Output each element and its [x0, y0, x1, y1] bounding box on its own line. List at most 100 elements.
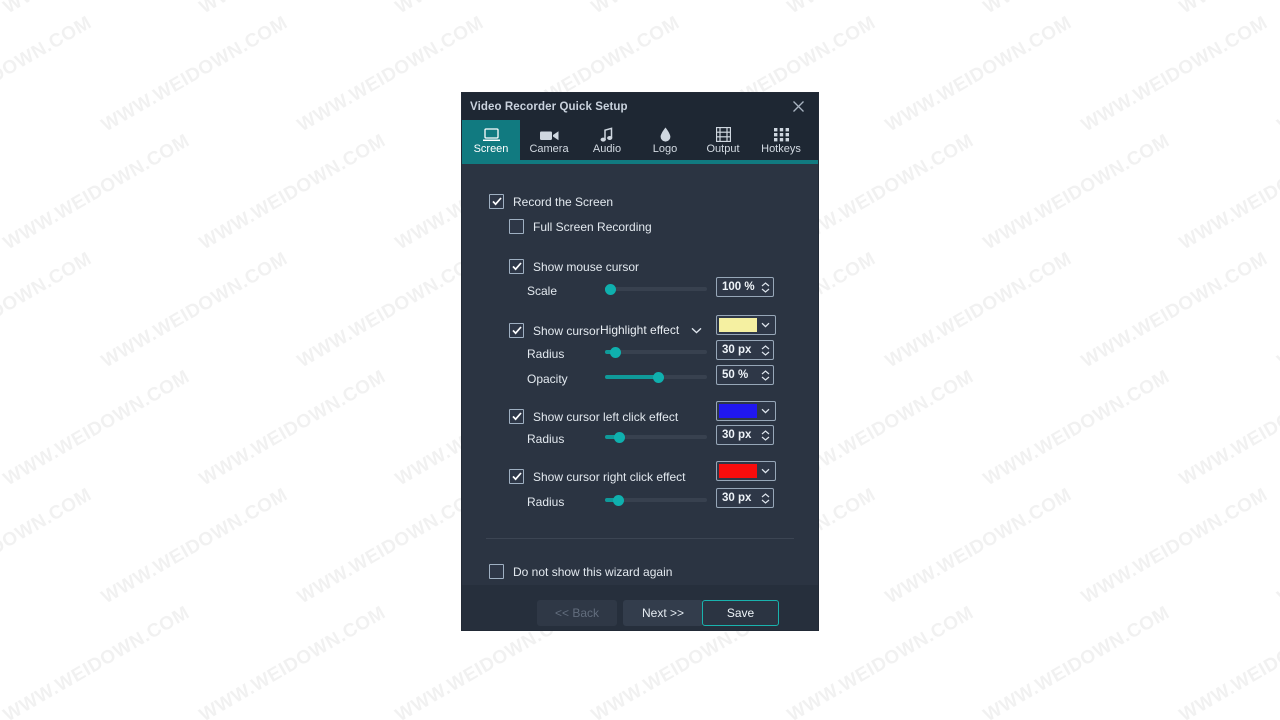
save-button[interactable]: Save [702, 600, 779, 626]
tab-output-label: Output [706, 142, 740, 155]
tab-audio[interactable]: Audio [578, 120, 636, 160]
chevron-down-icon [757, 322, 773, 328]
tab-camera[interactable]: Camera [520, 120, 578, 160]
watermark-text: WWW.WEIDOWN.COM [784, 0, 978, 19]
tab-logo-label: Logo [652, 142, 678, 155]
show-cursor-checkbox[interactable] [509, 323, 524, 338]
scale-spinner[interactable]: 100 % [716, 277, 774, 297]
chevron-down-icon [757, 408, 773, 414]
watermark-text: WWW.WEIDOWN.COM [980, 366, 1174, 491]
tab-screen-label: Screen [473, 142, 509, 155]
watermark-text: WWW.WEIDOWN.COM [980, 130, 1174, 255]
scale-value: 100 % [722, 281, 755, 293]
cursor-opacity-slider[interactable] [605, 370, 707, 384]
full-screen-recording-row[interactable]: Full Screen Recording [509, 219, 652, 234]
tab-output[interactable]: Output [694, 120, 752, 160]
left-click-radius-spinner[interactable]: 30 px [716, 425, 774, 445]
left-click-radius-label: Radius [527, 432, 565, 446]
left-click-radius-slider-thumb[interactable] [614, 431, 625, 443]
record-the-screen-checkbox[interactable] [489, 194, 504, 209]
water-drop-icon [660, 125, 671, 142]
right-click-radius-slider-thumb[interactable] [613, 494, 624, 506]
show-mouse-cursor-label: Show mouse cursor [533, 259, 640, 274]
full-screen-recording-checkbox[interactable] [509, 219, 524, 234]
right-click-effect-checkbox[interactable] [509, 469, 524, 484]
cursor-opacity-value: 50 % [722, 369, 749, 381]
watermark-text: WWW.WEIDOWN.COM [294, 484, 488, 609]
cursor-opacity-label-wrap: Opacity [527, 372, 568, 386]
show-cursor-row[interactable]: Show cursor [509, 323, 600, 338]
watermark-text: WWW.WEIDOWN.COM [1176, 366, 1280, 491]
scale-slider[interactable] [605, 282, 707, 296]
watermark-text: WWW.WEIDOWN.COM [0, 602, 194, 720]
watermark-text: WWW.WEIDOWN.COM [1176, 130, 1280, 255]
back-button[interactable]: << Back [537, 600, 617, 626]
music-note-icon [600, 125, 614, 142]
tab-hotkeys[interactable]: Hotkeys [752, 120, 810, 160]
scale-label: Scale [527, 284, 558, 298]
watermark-text: WWW.WEIDOWN.COM [1274, 12, 1280, 137]
watermark-text: WWW.WEIDOWN.COM [980, 0, 1174, 19]
scale-stepper-arrows[interactable] [758, 278, 773, 296]
right-click-color-picker[interactable] [716, 461, 776, 481]
right-click-radius-label-wrap: Radius [527, 495, 564, 509]
left-click-color-swatch [719, 404, 757, 418]
cursor-radius-spinner[interactable]: 30 px [716, 340, 774, 360]
left-click-radius-value: 30 px [722, 429, 752, 441]
left-click-effect-label: Show cursor left click effect [533, 409, 679, 424]
cursor-highlight-color-swatch [719, 318, 757, 332]
watermark-text: WWW.WEIDOWN.COM [196, 0, 390, 19]
watermark-text: WWW.WEIDOWN.COM [196, 366, 390, 491]
chevron-down-icon [691, 327, 702, 334]
tab-logo[interactable]: Logo [636, 120, 694, 160]
cursor-radius-slider-thumb[interactable] [610, 346, 621, 358]
full-screen-recording-label: Full Screen Recording [533, 219, 652, 234]
cursor-opacity-spinner[interactable]: 50 % [716, 365, 774, 385]
watermark-text: WWW.WEIDOWN.COM [1274, 248, 1280, 373]
watermark-text: WWW.WEIDOWN.COM [196, 130, 390, 255]
left-click-radius-label-wrap: Radius [527, 432, 564, 446]
left-click-effect-row[interactable]: Show cursor left click effect [509, 409, 678, 424]
cursor-opacity-slider-fill [605, 375, 658, 379]
right-click-radius-slider[interactable] [605, 493, 707, 507]
tab-screen[interactable]: Screen [462, 120, 520, 160]
cursor-opacity-slider-thumb[interactable] [653, 371, 664, 383]
cursor-radius-label-wrap: Radius [527, 347, 564, 361]
cursor-highlight-color-picker[interactable] [716, 315, 776, 335]
cursor-effect-dropdown[interactable]: Highlight effect [600, 323, 702, 337]
record-the-screen-row[interactable]: Record the Screen [489, 194, 613, 209]
cursor-radius-slider[interactable] [605, 345, 707, 359]
cursor-opacity-label: Opacity [527, 372, 568, 386]
left-click-radius-stepper-arrows[interactable] [758, 426, 773, 444]
record-the-screen-label: Record the Screen [513, 194, 614, 209]
watermark-text: WWW.WEIDOWN.COM [1078, 248, 1272, 373]
show-mouse-cursor-row[interactable]: Show mouse cursor [509, 259, 639, 274]
do-not-show-wizard-row[interactable]: Do not show this wizard again [489, 564, 672, 579]
watermark-text: WWW.WEIDOWN.COM [1078, 12, 1272, 137]
left-click-effect-checkbox[interactable] [509, 409, 524, 424]
watermark-text: WWW.WEIDOWN.COM [98, 484, 292, 609]
cursor-opacity-stepper-arrows[interactable] [758, 366, 773, 384]
close-icon[interactable] [778, 93, 818, 120]
watermark-text: WWW.WEIDOWN.COM [1078, 484, 1272, 609]
do-not-show-wizard-checkbox[interactable] [489, 564, 504, 579]
tab-camera-label: Camera [529, 142, 569, 155]
right-click-effect-row[interactable]: Show cursor right click effect [509, 469, 686, 484]
cursor-radius-stepper-arrows[interactable] [758, 341, 773, 359]
watermark-text: WWW.WEIDOWN.COM [1176, 602, 1280, 720]
left-click-radius-slider[interactable] [605, 430, 707, 444]
next-button[interactable]: Next >> [623, 600, 703, 626]
watermark-text: WWW.WEIDOWN.COM [294, 248, 488, 373]
watermark-text: WWW.WEIDOWN.COM [882, 248, 1076, 373]
watermark-text: WWW.WEIDOWN.COM [392, 0, 586, 19]
right-click-radius-stepper-arrows[interactable] [758, 489, 773, 507]
scale-slider-thumb[interactable] [605, 283, 616, 295]
show-mouse-cursor-checkbox[interactable] [509, 259, 524, 274]
watermark-text: WWW.WEIDOWN.COM [0, 0, 194, 19]
left-click-color-picker[interactable] [716, 401, 776, 421]
watermark-text: WWW.WEIDOWN.COM [980, 602, 1174, 720]
cursor-effect-selected: Highlight effect [600, 323, 680, 337]
watermark-text: WWW.WEIDOWN.COM [0, 484, 96, 609]
right-click-radius-spinner[interactable]: 30 px [716, 488, 774, 508]
watermark-text: WWW.WEIDOWN.COM [0, 366, 194, 491]
